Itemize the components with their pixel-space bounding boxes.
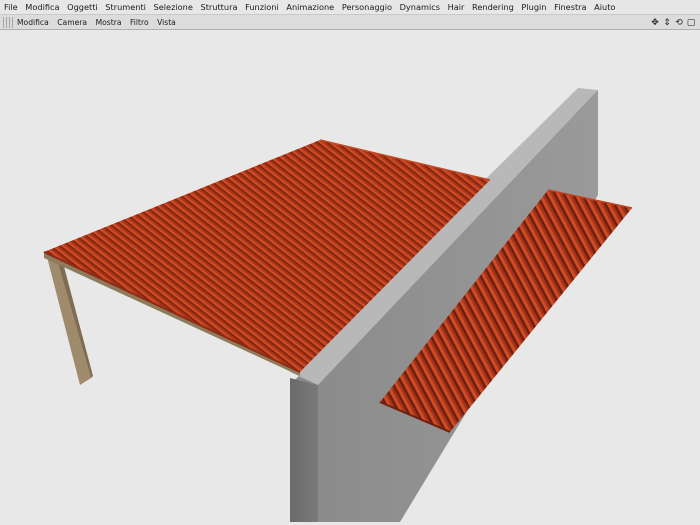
view-menu-camera[interactable]: Camera <box>57 15 87 30</box>
menu-modifica[interactable]: Modifica <box>25 0 59 15</box>
menu-rendering[interactable]: Rendering <box>472 0 514 15</box>
menu-oggetti[interactable]: Oggetti <box>67 0 98 15</box>
viewport-nav-icons: ✥ ⇕ ⟲ ▢ <box>650 16 696 29</box>
menu-file[interactable]: File <box>4 0 18 15</box>
cinema4d-window: File Modifica Oggetti Strumenti Selezion… <box>0 0 700 525</box>
menu-dynamics[interactable]: Dynamics <box>400 0 440 15</box>
menu-funzioni[interactable]: Funzioni <box>245 0 279 15</box>
maximize-icon[interactable]: ▢ <box>686 17 696 29</box>
scene-render <box>43 88 633 522</box>
main-menu-bar: File Modifica Oggetti Strumenti Selezion… <box>0 0 700 15</box>
viewport-menu-bar: Modifica Camera Mostra Filtro Vista ✥ ⇕ … <box>0 15 700 30</box>
menu-struttura[interactable]: Struttura <box>201 0 238 15</box>
view-menu-modifica[interactable]: Modifica <box>17 15 49 30</box>
menu-finestra[interactable]: Finestra <box>554 0 586 15</box>
move-icon[interactable]: ✥ <box>650 17 660 29</box>
menu-hair[interactable]: Hair <box>448 0 465 15</box>
view-menu-filtro[interactable]: Filtro <box>130 15 149 30</box>
zoom-icon[interactable]: ⇕ <box>662 17 672 29</box>
rotate-icon[interactable]: ⟲ <box>674 17 684 29</box>
view-menu-vista[interactable]: Vista <box>157 15 176 30</box>
menu-strumenti[interactable]: Strumenti <box>105 0 146 15</box>
menu-aiuto[interactable]: Aiuto <box>594 0 615 15</box>
grip-handle[interactable] <box>3 16 13 28</box>
menu-personaggio[interactable]: Personaggio <box>342 0 392 15</box>
menu-animazione[interactable]: Animazione <box>286 0 334 15</box>
menu-selezione[interactable]: Selezione <box>154 0 193 15</box>
wall-side <box>290 378 318 522</box>
view-menu-mostra[interactable]: Mostra <box>96 15 122 30</box>
3d-viewport[interactable] <box>0 30 700 525</box>
menu-plugin[interactable]: Plugin <box>521 0 546 15</box>
